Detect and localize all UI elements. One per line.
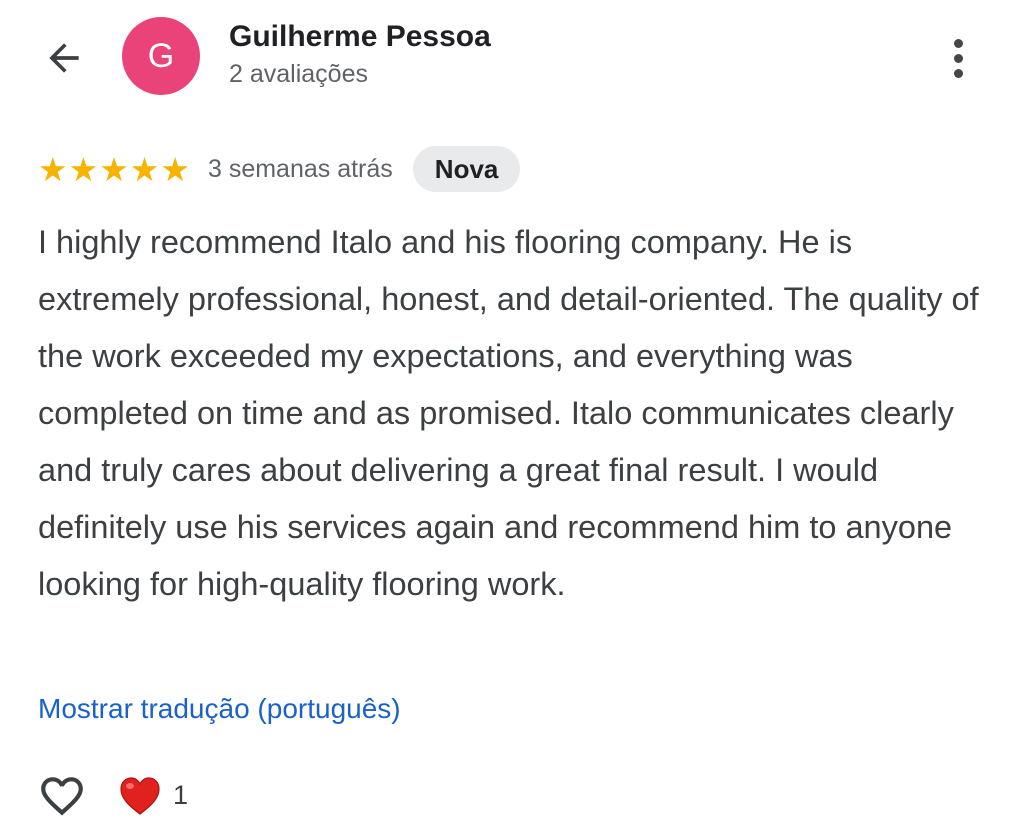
reaction-count: 1 [173, 780, 189, 810]
avatar-letter: G [147, 36, 175, 75]
heart-outline-icon [41, 777, 83, 816]
author-review-count: 2 avaliações [229, 60, 368, 88]
back-button[interactable] [34, 30, 94, 86]
red-heart-icon [120, 777, 160, 815]
more-vert-icon [953, 38, 963, 78]
review-detail-page: G Guilherme Pessoa 2 avaliações ★ ★ ★ ★ … [0, 0, 1024, 837]
new-badge-label: Nova [434, 153, 499, 184]
star-icon: ★ [38, 149, 68, 189]
show-translation-link[interactable]: Mostrar tradução (português) [38, 693, 401, 725]
author-name[interactable]: Guilherme Pessoa [229, 20, 491, 54]
star-icon: ★ [68, 149, 99, 189]
rating-row: ★ ★ ★ ★ ★ 3 semanas atrás Nova [38, 146, 521, 192]
star-rating: ★ ★ ★ ★ ★ [38, 153, 190, 186]
new-badge: Nova [412, 146, 521, 192]
star-icon: ★ [99, 149, 129, 189]
review-time: 3 semanas atrás [207, 154, 393, 183]
review-text: I highly recommend Italo and his floorin… [38, 224, 979, 602]
star-icon: ★ [129, 149, 160, 189]
more-options-button[interactable] [930, 30, 986, 86]
arrow-back-icon [49, 43, 79, 73]
star-icon: ★ [160, 149, 190, 189]
like-button[interactable] [36, 770, 88, 822]
avatar[interactable]: G [122, 17, 200, 95]
